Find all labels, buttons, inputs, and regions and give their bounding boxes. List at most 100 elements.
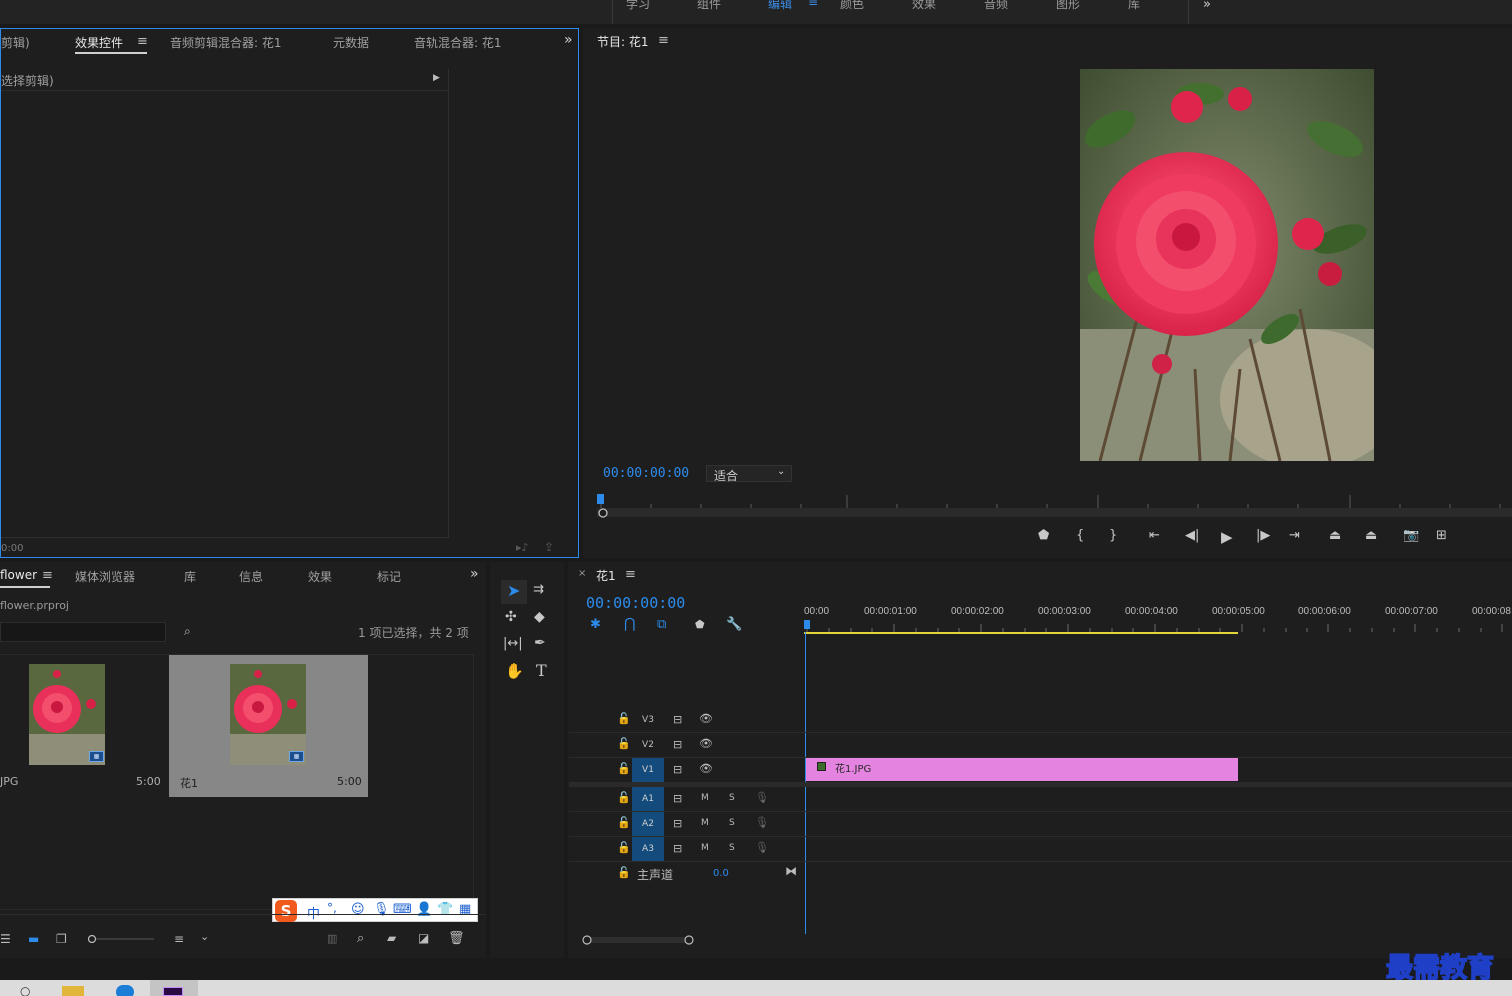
go-to-end-icon[interactable]: ⧓ [785, 864, 797, 878]
tab-audio-clip-mixer[interactable]: 音频剪辑混合器: 花1 [170, 34, 282, 51]
program-monitor-title[interactable]: 节目: 花1 [597, 33, 649, 50]
step-back-button[interactable]: ◀| [1185, 528, 1199, 543]
lock-icon[interactable]: 🔓 [617, 762, 631, 775]
mute-button[interactable]: M [701, 843, 709, 853]
track-select-tool-icon[interactable]: ⇉ [533, 582, 544, 597]
nest-toggle-icon[interactable]: ✱ [590, 617, 601, 632]
tab-libraries[interactable]: 库 [184, 568, 196, 585]
lock-icon[interactable]: 🔓 [617, 712, 631, 725]
panel-menu-icon[interactable]: ≡ [42, 568, 53, 583]
lift-button[interactable]: ⏏ [1329, 528, 1341, 543]
splitter[interactable] [448, 69, 449, 537]
close-icon[interactable]: × [578, 568, 586, 579]
thumbnail-size-slider[interactable] [88, 935, 156, 943]
track-label[interactable]: V1 [632, 758, 664, 782]
mark-in-button[interactable]: { [1076, 528, 1084, 543]
track-label[interactable]: V2 [632, 733, 664, 757]
workspace-tab-learn[interactable]: 学习 [626, 0, 650, 12]
workspace-tab-audio[interactable]: 音频 [984, 0, 1008, 12]
sync-lock-icon[interactable]: ⊟ [673, 738, 682, 751]
tab-effect-controls[interactable]: 效果控件 [75, 34, 123, 51]
pen-tool-icon[interactable]: ✒ [534, 635, 546, 651]
ime-mode-label[interactable]: 中 [307, 903, 320, 922]
mute-button[interactable]: M [701, 818, 709, 828]
program-playhead-timecode[interactable]: 00:00:00:00 [603, 466, 689, 481]
microphone-icon[interactable]: 🎙 [755, 841, 769, 854]
automate-to-sequence-icon[interactable]: ▥ [327, 932, 337, 945]
lock-icon[interactable]: 🔓 [617, 791, 631, 804]
search-input[interactable] [0, 622, 166, 642]
type-tool-icon[interactable]: T [536, 661, 547, 680]
eye-icon[interactable]: 👁 [699, 762, 713, 775]
tab-markers[interactable]: 标记 [377, 568, 401, 585]
tab-metadata[interactable]: 元数据 [333, 34, 369, 51]
selection-tool-icon[interactable]: ➤ [507, 581, 520, 600]
mute-button[interactable]: M [701, 793, 709, 803]
tab-info[interactable]: 信息 [239, 568, 263, 585]
tab-project-flower[interactable]: flower [0, 568, 37, 582]
timeline-time-ruler[interactable]: 00:00 00:00:01:00 00:00:02:00 00:00:03:0… [804, 602, 1512, 634]
expand-arrow-icon[interactable]: ▶ [433, 73, 440, 83]
step-forward-button[interactable]: |▶ [1256, 528, 1270, 543]
go-to-in-button[interactable]: ⇤ [1149, 528, 1160, 543]
track-label[interactable]: A2 [632, 812, 664, 836]
solo-button[interactable]: S [729, 818, 735, 828]
track-label[interactable]: A3 [632, 837, 664, 861]
sync-lock-icon[interactable]: ⊟ [673, 792, 682, 805]
tab-audio-track-mixer[interactable]: 音轨混合器: 花1 [414, 34, 502, 51]
razor-tool-icon[interactable]: ◆ [534, 609, 545, 625]
slip-tool-icon[interactable]: |↔| [503, 636, 523, 651]
tab-source[interactable]: 剪辑) [1, 34, 30, 51]
sync-lock-icon[interactable]: ⊟ [673, 817, 682, 830]
file-explorer-icon[interactable] [62, 986, 84, 996]
trash-icon[interactable]: 🗑 [448, 931, 465, 946]
workspace-tab-effects[interactable]: 效果 [912, 0, 936, 12]
edge-browser-icon[interactable] [116, 985, 134, 996]
panel-menu-icon[interactable]: ≡ [658, 33, 669, 48]
ripple-edit-tool-icon[interactable]: ✣ [505, 609, 517, 625]
workspace-menu-icon[interactable]: ≡ [808, 0, 818, 9]
add-marker-button[interactable]: ⬟ [1038, 528, 1049, 543]
button-editor-icon[interactable]: ⊞ [1436, 528, 1447, 543]
freeform-view-icon[interactable]: ❐ [56, 932, 67, 946]
search-icon[interactable]: ○ [20, 984, 30, 996]
project-item[interactable]: ▦ JPG 5:00 [0, 655, 166, 797]
lock-icon[interactable]: 🔓 [617, 737, 631, 750]
hand-tool-icon[interactable]: ✋ [505, 662, 524, 680]
timeline-playhead-timecode[interactable]: 00:00:00:00 [586, 594, 685, 612]
audio-scrub-icon[interactable]: ▸♪ [516, 541, 529, 554]
new-item-icon[interactable]: ◪ [418, 931, 429, 945]
premiere-taskbar-button[interactable] [150, 980, 198, 996]
sync-lock-icon[interactable]: ⊟ [673, 763, 682, 776]
workspace-tab-color[interactable]: 颜色 [840, 0, 864, 12]
extract-button[interactable]: ⏏ [1365, 528, 1377, 543]
project-item-selected[interactable]: ▦ 花1 5:00 [169, 655, 368, 797]
sequence-tab[interactable]: 花1 [596, 567, 616, 584]
go-to-out-button[interactable]: ⇥ [1289, 528, 1300, 543]
export-icon[interactable]: ⇪ [544, 540, 554, 554]
new-bin-folder-icon[interactable]: ▰ [387, 931, 396, 945]
panel-menu-icon[interactable]: ≡ [625, 567, 636, 582]
lock-icon[interactable]: 🔓 [617, 841, 631, 854]
icon-view-icon[interactable]: ▬ [28, 932, 39, 946]
track-label[interactable]: V3 [632, 708, 664, 732]
solo-button[interactable]: S [729, 843, 735, 853]
zoom-level-dropdown[interactable]: 适合 ⌄ [706, 465, 792, 483]
panel-overflow-icon[interactable]: » [470, 566, 479, 582]
workspace-tab-editing[interactable]: 编辑 [768, 0, 792, 12]
new-search-bin-icon[interactable]: ⌕ [184, 624, 191, 639]
more-workspaces-icon[interactable]: » [1203, 0, 1211, 12]
panel-overflow-icon[interactable]: » [564, 32, 573, 48]
workspace-tab-libraries[interactable]: 库 [1128, 0, 1140, 12]
solo-button[interactable]: S [729, 793, 735, 803]
sync-lock-icon[interactable]: ⊟ [673, 713, 682, 726]
ime-toolbar[interactable]: S 中 °, ☺ 🎙 ⌨ 👤 👕 ▦ [272, 898, 478, 922]
master-volume-value[interactable]: 0.0 [713, 868, 729, 879]
mark-out-button[interactable]: } [1109, 528, 1117, 543]
add-marker-icon[interactable]: ⬟ [695, 618, 705, 631]
workspace-tab-graphics[interactable]: 图形 [1056, 0, 1080, 12]
sogou-logo-icon[interactable]: S [275, 900, 297, 922]
program-time-ruler[interactable] [597, 490, 1512, 520]
microphone-icon[interactable]: 🎙 [755, 791, 769, 804]
ime-punct-label[interactable]: °, [327, 901, 337, 915]
